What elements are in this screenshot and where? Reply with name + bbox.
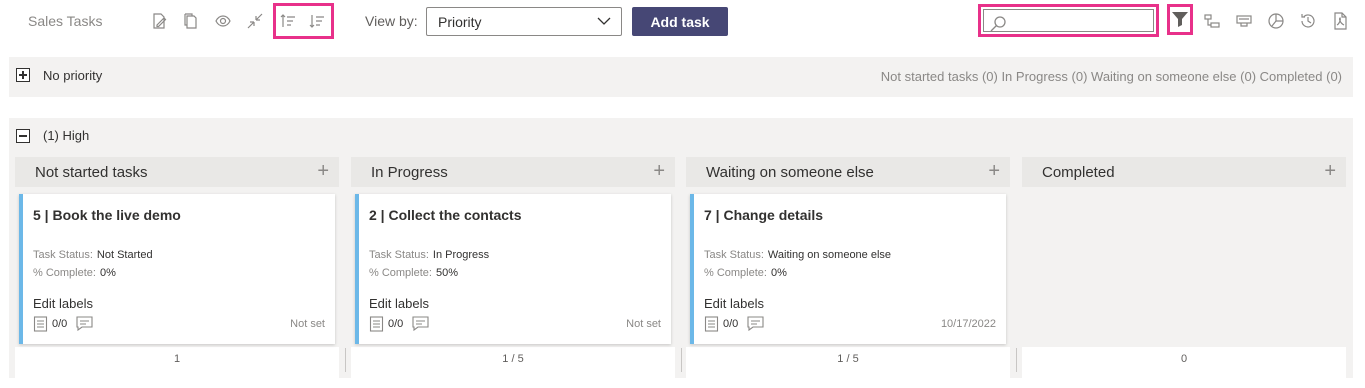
column-divider (345, 348, 346, 372)
card-footer: 0/0 (369, 315, 429, 332)
complete-label: % Complete: (704, 267, 767, 279)
checklist-icon[interactable] (369, 315, 384, 332)
checklist-icon[interactable] (33, 315, 48, 332)
column-waiting: Waiting on someone else + 7 | Change det… (686, 157, 1010, 378)
add-icon[interactable]: + (1324, 161, 1336, 181)
checklist-icon[interactable] (704, 315, 719, 332)
column-header: In Progress + (351, 157, 675, 187)
due-date[interactable]: Not set (290, 318, 325, 330)
comment-icon[interactable] (76, 316, 93, 331)
checklist-count: 0/0 (388, 317, 404, 330)
history-icon[interactable] (1297, 10, 1319, 32)
toolbar: Sales Tasks View by: Priority Add task (0, 0, 1365, 44)
hierarchy-icon[interactable] (1201, 10, 1223, 32)
checklist-count: 0/0 (52, 317, 68, 330)
group-summary: Not started tasks (0) In Progress (0) Wa… (880, 69, 1342, 84)
add-task-button[interactable]: Add task (632, 7, 728, 36)
status-value: In Progress (432, 249, 490, 261)
collapse-group-icon[interactable] (16, 129, 30, 143)
chevron-down-icon (597, 17, 611, 25)
column-body: 5 | Book the live demo Task Status: Not S… (15, 187, 339, 347)
view-by-label: View by: (365, 13, 418, 29)
group-title: (1) High (43, 128, 90, 143)
card-title[interactable]: 7 | Change details (704, 207, 823, 223)
edit-labels-link[interactable]: Edit labels (369, 296, 429, 311)
task-card[interactable]: 7 | Change details Task Status: Waiting o… (690, 194, 1006, 344)
column-header: Not started tasks + (15, 157, 339, 187)
complete-label: % Complete: (33, 267, 96, 279)
search-box-highlight (978, 4, 1159, 37)
comment-icon[interactable] (412, 316, 429, 331)
status-value: Waiting on someone else (767, 249, 892, 261)
search-icon (990, 16, 1006, 32)
sort-ascending-icon[interactable] (277, 10, 299, 32)
column-header: Completed + (1022, 157, 1346, 187)
task-card[interactable]: 2 | Collect the contacts Task Status: In … (355, 194, 671, 344)
chart-icon[interactable] (1265, 10, 1287, 32)
column-pager: 1 (173, 353, 181, 365)
percent-complete-row: % Complete: 50% (369, 267, 458, 279)
due-date[interactable]: 10/17/2022 (941, 318, 996, 330)
copy-icon[interactable] (180, 10, 202, 32)
card-footer: 0/0 (704, 315, 764, 332)
column-title: Completed (1042, 164, 1115, 181)
sort-descending-icon[interactable] (306, 10, 328, 32)
status-value: Not Started (96, 249, 153, 261)
column-completed: Completed + 0 (1022, 157, 1346, 378)
percent-complete-row: % Complete: 0% (33, 267, 116, 279)
edit-icon[interactable] (148, 10, 170, 32)
task-status-row: Task Status: Not Started (33, 249, 153, 261)
filter-icon[interactable] (1169, 8, 1191, 30)
complete-value: 0% (770, 267, 787, 279)
complete-value: 0% (99, 267, 116, 279)
due-date[interactable]: Not set (626, 318, 661, 330)
card-footer: 0/0 (33, 315, 93, 332)
group-title: No priority (43, 68, 103, 83)
comment-icon[interactable] (747, 316, 764, 331)
view-icon[interactable] (212, 10, 234, 32)
card-title[interactable]: 5 | Book the live demo (33, 207, 181, 223)
status-label: Task Status: (369, 249, 429, 261)
add-icon[interactable]: + (988, 161, 1000, 181)
column-header: Waiting on someone else + (686, 157, 1010, 187)
column-divider (1016, 348, 1017, 372)
column-body: 7 | Change details Task Status: Waiting o… (686, 187, 1010, 347)
collapse-icon[interactable] (244, 10, 266, 32)
card-title[interactable]: 2 | Collect the contacts (369, 207, 522, 223)
column-pager: 1 / 5 (837, 353, 859, 365)
app-title: Sales Tasks (28, 13, 103, 29)
status-label: Task Status: (33, 249, 93, 261)
card-view-icon[interactable] (1233, 10, 1255, 32)
column-title: Not started tasks (35, 164, 148, 181)
group-high: (1) High Not started tasks + 5 | Book th… (9, 118, 1353, 378)
expand-icon[interactable] (16, 68, 30, 82)
search-input[interactable] (983, 9, 1154, 32)
add-icon[interactable]: + (653, 161, 665, 181)
complete-value: 50% (435, 267, 459, 279)
percent-complete-row: % Complete: 0% (704, 267, 787, 279)
view-by-value: Priority (438, 14, 482, 30)
column-not-started: Not started tasks + 5 | Book the live de… (15, 157, 339, 378)
complete-label: % Complete: (369, 267, 432, 279)
add-icon[interactable]: + (317, 161, 329, 181)
column-title: Waiting on someone else (706, 164, 874, 181)
status-label: Task Status: (704, 249, 764, 261)
task-status-row: Task Status: In Progress (369, 249, 489, 261)
column-body: 2 | Collect the contacts Task Status: In … (351, 187, 675, 347)
checklist-count: 0/0 (723, 317, 739, 330)
task-status-row: Task Status: Waiting on someone else (704, 249, 891, 261)
edit-labels-link[interactable]: Edit labels (704, 296, 764, 311)
pdf-icon[interactable] (1329, 10, 1351, 32)
column-pager: 0 (1180, 353, 1188, 365)
column-in-progress: In Progress + 2 | Collect the contacts T… (351, 157, 675, 378)
column-body (1022, 187, 1346, 347)
view-by-select[interactable]: Priority (426, 7, 622, 36)
column-divider (681, 348, 682, 372)
column-title: In Progress (371, 164, 448, 181)
column-pager: 1 / 5 (502, 353, 524, 365)
task-card[interactable]: 5 | Book the live demo Task Status: Not S… (19, 194, 335, 344)
group-no-priority: No priority Not started tasks (0) In Pro… (9, 57, 1353, 97)
edit-labels-link[interactable]: Edit labels (33, 296, 93, 311)
